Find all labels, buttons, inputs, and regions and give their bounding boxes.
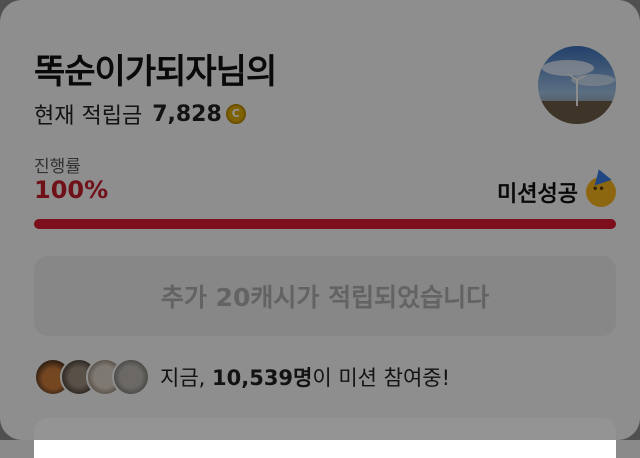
participant-avatar-4 <box>112 358 150 396</box>
coin-icon <box>225 104 246 124</box>
participants-count: 10,539명 <box>212 366 313 390</box>
points-row: 현재 적립금 7,828 <box>34 98 246 130</box>
participants-suffix: 이 미션 참여중! <box>312 366 451 390</box>
points-value: 7,828 <box>152 101 222 127</box>
progress-value: 100% <box>34 176 109 204</box>
bottom-panel <box>34 418 616 458</box>
cash-notice-text: 추가 20캐시가 적립되었습니다 <box>160 283 490 312</box>
avatar-image-icon <box>538 46 616 124</box>
cash-notice: 추가 20캐시가 적립되었습니다 <box>34 256 616 336</box>
page-title: 똑순이가되자님의 <box>34 52 277 92</box>
participants-prefix: 지금, <box>160 366 212 390</box>
profile-avatar[interactable] <box>538 46 616 124</box>
mission-status-text: 미션성공 <box>497 182 578 207</box>
mission-status: 미션성공 <box>497 176 616 208</box>
progress-fill <box>34 219 616 229</box>
mission-card: 똑순이가되자님의 현재 적립금 7,828 진행률 100% 미션성공 <box>0 0 640 458</box>
party-face-icon <box>586 177 616 207</box>
participants-row: 지금, 10,539명이 미션 참여중! <box>34 358 450 396</box>
progress-label: 진행률 <box>34 157 81 177</box>
participants-text: 지금, 10,539명이 미션 참여중! <box>160 362 450 392</box>
points-label: 현재 적립금 <box>34 104 143 129</box>
